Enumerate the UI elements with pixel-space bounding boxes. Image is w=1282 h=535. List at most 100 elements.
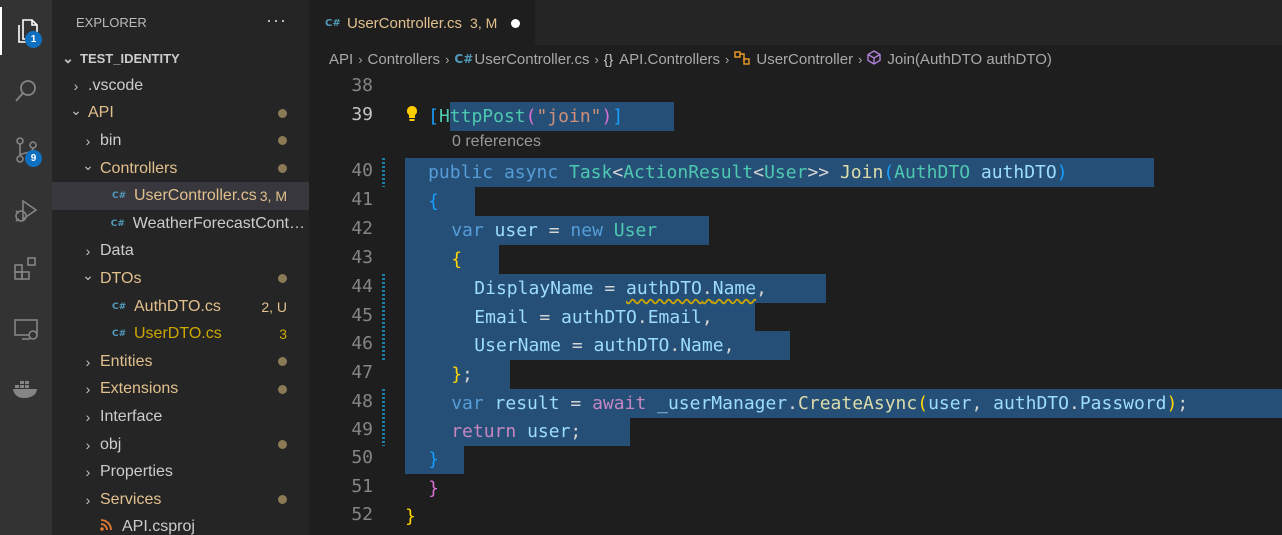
chevron-right-icon: ›: [358, 51, 363, 67]
tree-file[interactable]: C# WeatherForecastControll...: [52, 210, 309, 238]
code-token: ;: [570, 421, 582, 442]
explorer-badge: 1: [25, 31, 42, 48]
breadcrumb-item[interactable]: UserController.cs: [474, 51, 589, 68]
breadcrumb-item[interactable]: API: [329, 51, 353, 68]
code-line: }: [428, 474, 439, 503]
tree-folder[interactable]: › obj: [52, 431, 309, 459]
breadcrumb-item[interactable]: Controllers: [368, 51, 441, 68]
modified-dot-icon: [278, 440, 287, 450]
activity-docker[interactable]: [0, 364, 52, 412]
tree-folder[interactable]: ⌄ API: [52, 100, 309, 128]
line-number: 45: [351, 305, 373, 326]
breadcrumb-item[interactable]: Join(AuthDTO authDTO): [887, 51, 1052, 68]
tree-folder[interactable]: ⌄ Controllers: [52, 155, 309, 183]
code-token: .: [669, 335, 681, 356]
code-token: CreateAsync: [798, 393, 918, 414]
namespace-icon: {}: [603, 51, 614, 67]
lightbulb-icon[interactable]: [405, 105, 419, 128]
tree-item-label: AuthDTO.cs: [134, 297, 221, 315]
modified-line-marker: [382, 274, 385, 361]
tree-folder[interactable]: › .vscode: [52, 72, 309, 100]
code-line: DisplayName = authDTO.Name,: [474, 274, 767, 303]
code-token: authDTO: [993, 393, 1069, 414]
activity-run-debug[interactable]: [0, 186, 52, 234]
explorer-title: EXPLORER: [76, 15, 147, 30]
code-token: Name: [680, 335, 724, 356]
source-control-badge: 9: [25, 150, 42, 167]
modified-dot-icon: [278, 136, 287, 146]
line-number: 48: [351, 391, 373, 412]
csharp-file-icon: C#: [110, 218, 125, 229]
code-token: ]: [612, 106, 624, 127]
docker-icon: [11, 376, 41, 400]
chevron-down-icon: ⌄: [70, 101, 82, 118]
activity-remote-explorer[interactable]: [0, 305, 52, 353]
file-status-badge: 2, U: [261, 298, 287, 315]
search-icon: [12, 77, 40, 105]
activity-explorer[interactable]: 1: [0, 7, 52, 55]
code-token: }: [428, 478, 439, 499]
tree-folder[interactable]: › Data: [52, 238, 309, 266]
code-token: ,: [756, 278, 767, 299]
code-token: }: [428, 449, 439, 470]
code-line: };: [451, 360, 473, 389]
code-line: {: [428, 187, 439, 216]
tree-folder[interactable]: ⌄ DTOs: [52, 265, 309, 293]
code-token: await: [592, 393, 647, 414]
tree-folder[interactable]: › Properties: [52, 458, 309, 486]
line-number: 44: [351, 276, 373, 297]
file-status-badge: 3: [279, 326, 287, 343]
chevron-right-icon: ›: [445, 51, 450, 67]
line-number: 49: [351, 419, 373, 440]
code-editor[interactable]: 0 references 38 39 [HttpPost("join")] 40 pub…: [309, 73, 1282, 535]
tree-file[interactable]: API.csproj: [52, 514, 309, 535]
code-token: Email: [474, 307, 529, 328]
code-token: return: [451, 421, 517, 442]
code-token: HttpPost: [438, 106, 526, 127]
activity-source-control[interactable]: 9: [0, 126, 52, 174]
chevron-right-icon: ›: [594, 51, 599, 67]
tab-user-controller[interactable]: C# UserController.cs 3, M: [309, 0, 535, 45]
tree-file[interactable]: C# AuthDTO.cs 2, U: [52, 293, 309, 321]
tree-file[interactable]: C# UserDTO.cs 3: [52, 320, 309, 348]
code-token: <: [612, 162, 624, 183]
tree-item-label: obj: [100, 435, 122, 453]
tree-item-label: Entities: [100, 352, 153, 370]
activity-extensions[interactable]: [0, 245, 52, 293]
code-token: Join: [839, 162, 884, 183]
tree-folder[interactable]: › Services: [52, 486, 309, 514]
tree-item-label: UserController.cs: [134, 187, 257, 205]
tree-folder[interactable]: › Interface: [52, 403, 309, 431]
code-token: ActionResult: [623, 162, 754, 183]
activity-search[interactable]: [0, 67, 52, 115]
tree-item-label: API: [88, 104, 114, 122]
line-number: 38: [351, 75, 373, 96]
chevron-right-icon: ›: [85, 408, 91, 425]
csharp-file-icon: C#: [112, 301, 127, 312]
extensions-icon: [12, 255, 40, 283]
code-token: authDTO: [980, 162, 1057, 183]
more-actions-icon[interactable]: ···: [266, 10, 287, 31]
code-lens-references[interactable]: 0 references: [452, 133, 541, 151]
code-token: var: [451, 393, 484, 414]
workspace-root[interactable]: ⌄ TEST_IDENTITY: [52, 45, 309, 72]
breadcrumb-item[interactable]: UserController: [756, 51, 853, 68]
tree-folder[interactable]: › bin: [52, 127, 309, 155]
code-token: =: [528, 307, 561, 328]
tree-item-label: Properties: [100, 463, 173, 481]
code-line: [HttpPost("join")]: [428, 102, 623, 131]
chevron-down-icon: ⌄: [82, 157, 94, 174]
tree-file[interactable]: C# UserController.cs 3, M: [52, 182, 309, 210]
tree-folder[interactable]: › Entities: [52, 348, 309, 376]
breadcrumb-item[interactable]: API.Controllers: [619, 51, 720, 68]
tree-folder[interactable]: › Extensions: [52, 376, 309, 404]
modified-dot-icon: [278, 495, 287, 505]
unsaved-dot-icon[interactable]: [511, 18, 521, 28]
code-token: authDTO: [593, 335, 670, 356]
tree-item-label: API.csproj: [122, 518, 195, 535]
code-token: ;: [1177, 393, 1189, 414]
line-number: 46: [351, 333, 373, 354]
code-token: =: [559, 393, 593, 414]
